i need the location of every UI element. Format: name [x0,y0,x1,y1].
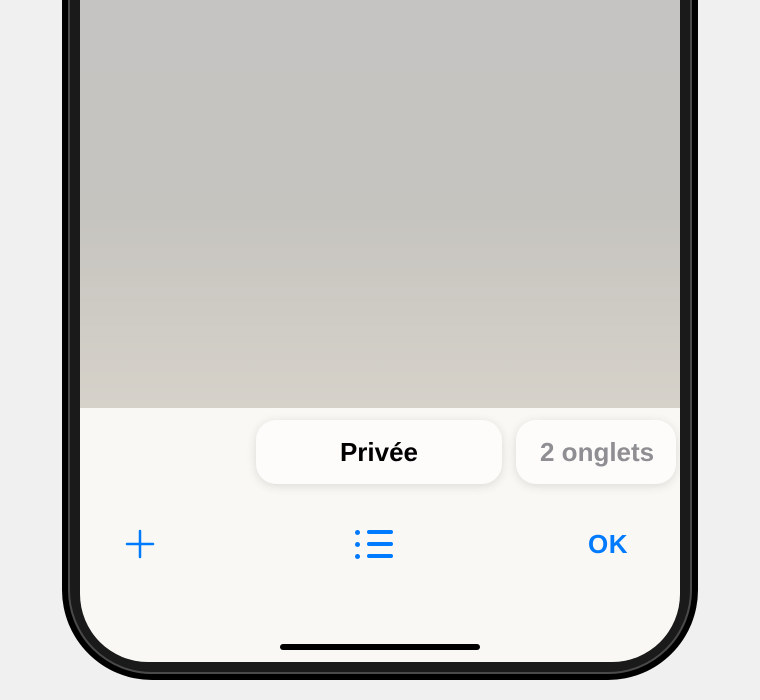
tab-overview-background [80,0,680,408]
phone-screen: Privée 2 onglets [80,0,680,662]
tab-group-private[interactable]: Privée [256,420,502,484]
home-indicator[interactable] [280,644,480,650]
tab-group-private-label: Privée [340,437,418,468]
new-tab-button[interactable] [110,514,170,574]
plus-icon [124,528,156,560]
tab-group-selector: Privée 2 onglets [80,420,680,492]
phone-bezel: Privée 2 onglets [68,0,692,674]
done-button[interactable]: OK [578,514,638,574]
tab-group-count[interactable]: 2 onglets [516,420,676,484]
done-button-label: OK [588,529,628,560]
list-icon [355,530,393,559]
tab-group-count-label: 2 onglets [540,437,654,468]
tab-groups-button[interactable] [344,514,404,574]
phone-frame: Privée 2 onglets [62,0,698,680]
bottom-toolbar: OK [80,504,680,584]
